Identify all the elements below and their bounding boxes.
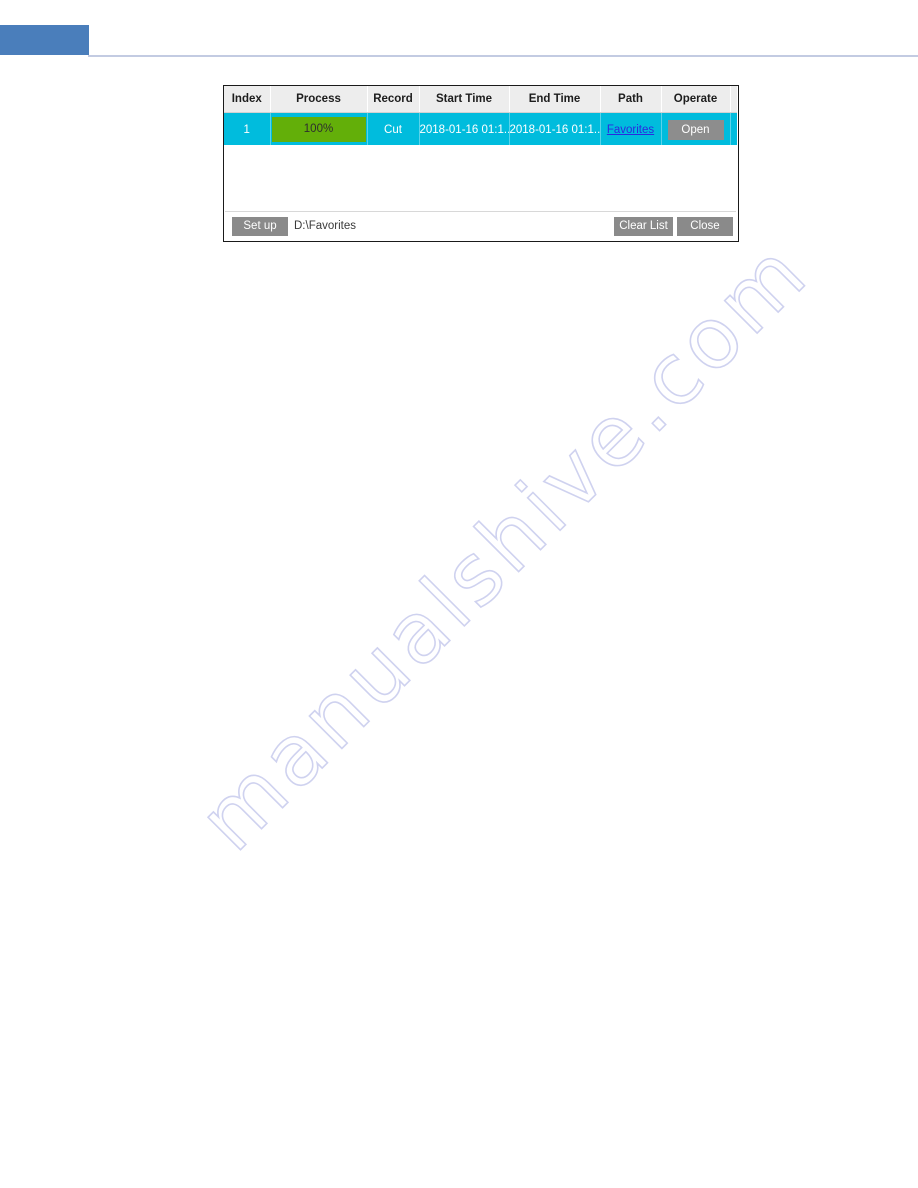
cell-record: Cut: [367, 112, 420, 146]
cell-index: 1: [224, 112, 271, 146]
table-scroll-gutter-header: [730, 86, 737, 113]
open-button[interactable]: Open: [667, 119, 724, 140]
task-table: Index Process Record Start Time End Time…: [224, 86, 737, 146]
cell-start-time: 2018-01-16 01:1...: [419, 112, 510, 146]
cell-end-time: 2018-01-16 01:1...: [509, 112, 601, 146]
header-divider: [88, 55, 918, 57]
close-button[interactable]: Close: [677, 217, 733, 236]
cell-path: Favorites: [600, 112, 662, 146]
table-row[interactable]: 1 100% Cut 2018-01-16 01:1... 2018-01-16…: [224, 112, 737, 146]
clear-list-button[interactable]: Clear List: [614, 217, 673, 236]
dialog-footer: Set up D:\Favorites Clear List Close: [224, 212, 737, 240]
column-header-end-time[interactable]: End Time: [509, 86, 601, 113]
setup-button[interactable]: Set up: [232, 217, 288, 236]
progress-bar-label: 100%: [303, 123, 334, 135]
table-header-row: Index Process Record Start Time End Time…: [224, 86, 737, 113]
task-table-area: Index Process Record Start Time End Time…: [224, 86, 738, 209]
column-header-operate[interactable]: Operate: [661, 86, 731, 113]
table-empty-area: [224, 145, 737, 208]
header-accent-block: [0, 25, 89, 55]
column-header-path[interactable]: Path: [600, 86, 662, 113]
column-header-process[interactable]: Process: [270, 86, 368, 113]
column-header-start-time[interactable]: Start Time: [419, 86, 510, 113]
progress-bar: 100%: [271, 117, 366, 142]
watermark-text: manualshive.com: [179, 221, 828, 870]
backup-task-list-dialog: Index Process Record Start Time End Time…: [223, 85, 739, 242]
page-header: [0, 0, 918, 58]
path-link[interactable]: Favorites: [607, 124, 654, 136]
cell-process: 100%: [270, 112, 368, 146]
cell-operate: Open: [661, 112, 731, 146]
column-header-record[interactable]: Record: [367, 86, 420, 113]
save-path-text: D:\Favorites: [294, 220, 356, 232]
table-scroll-gutter[interactable]: [730, 112, 737, 146]
column-header-index[interactable]: Index: [224, 86, 271, 113]
